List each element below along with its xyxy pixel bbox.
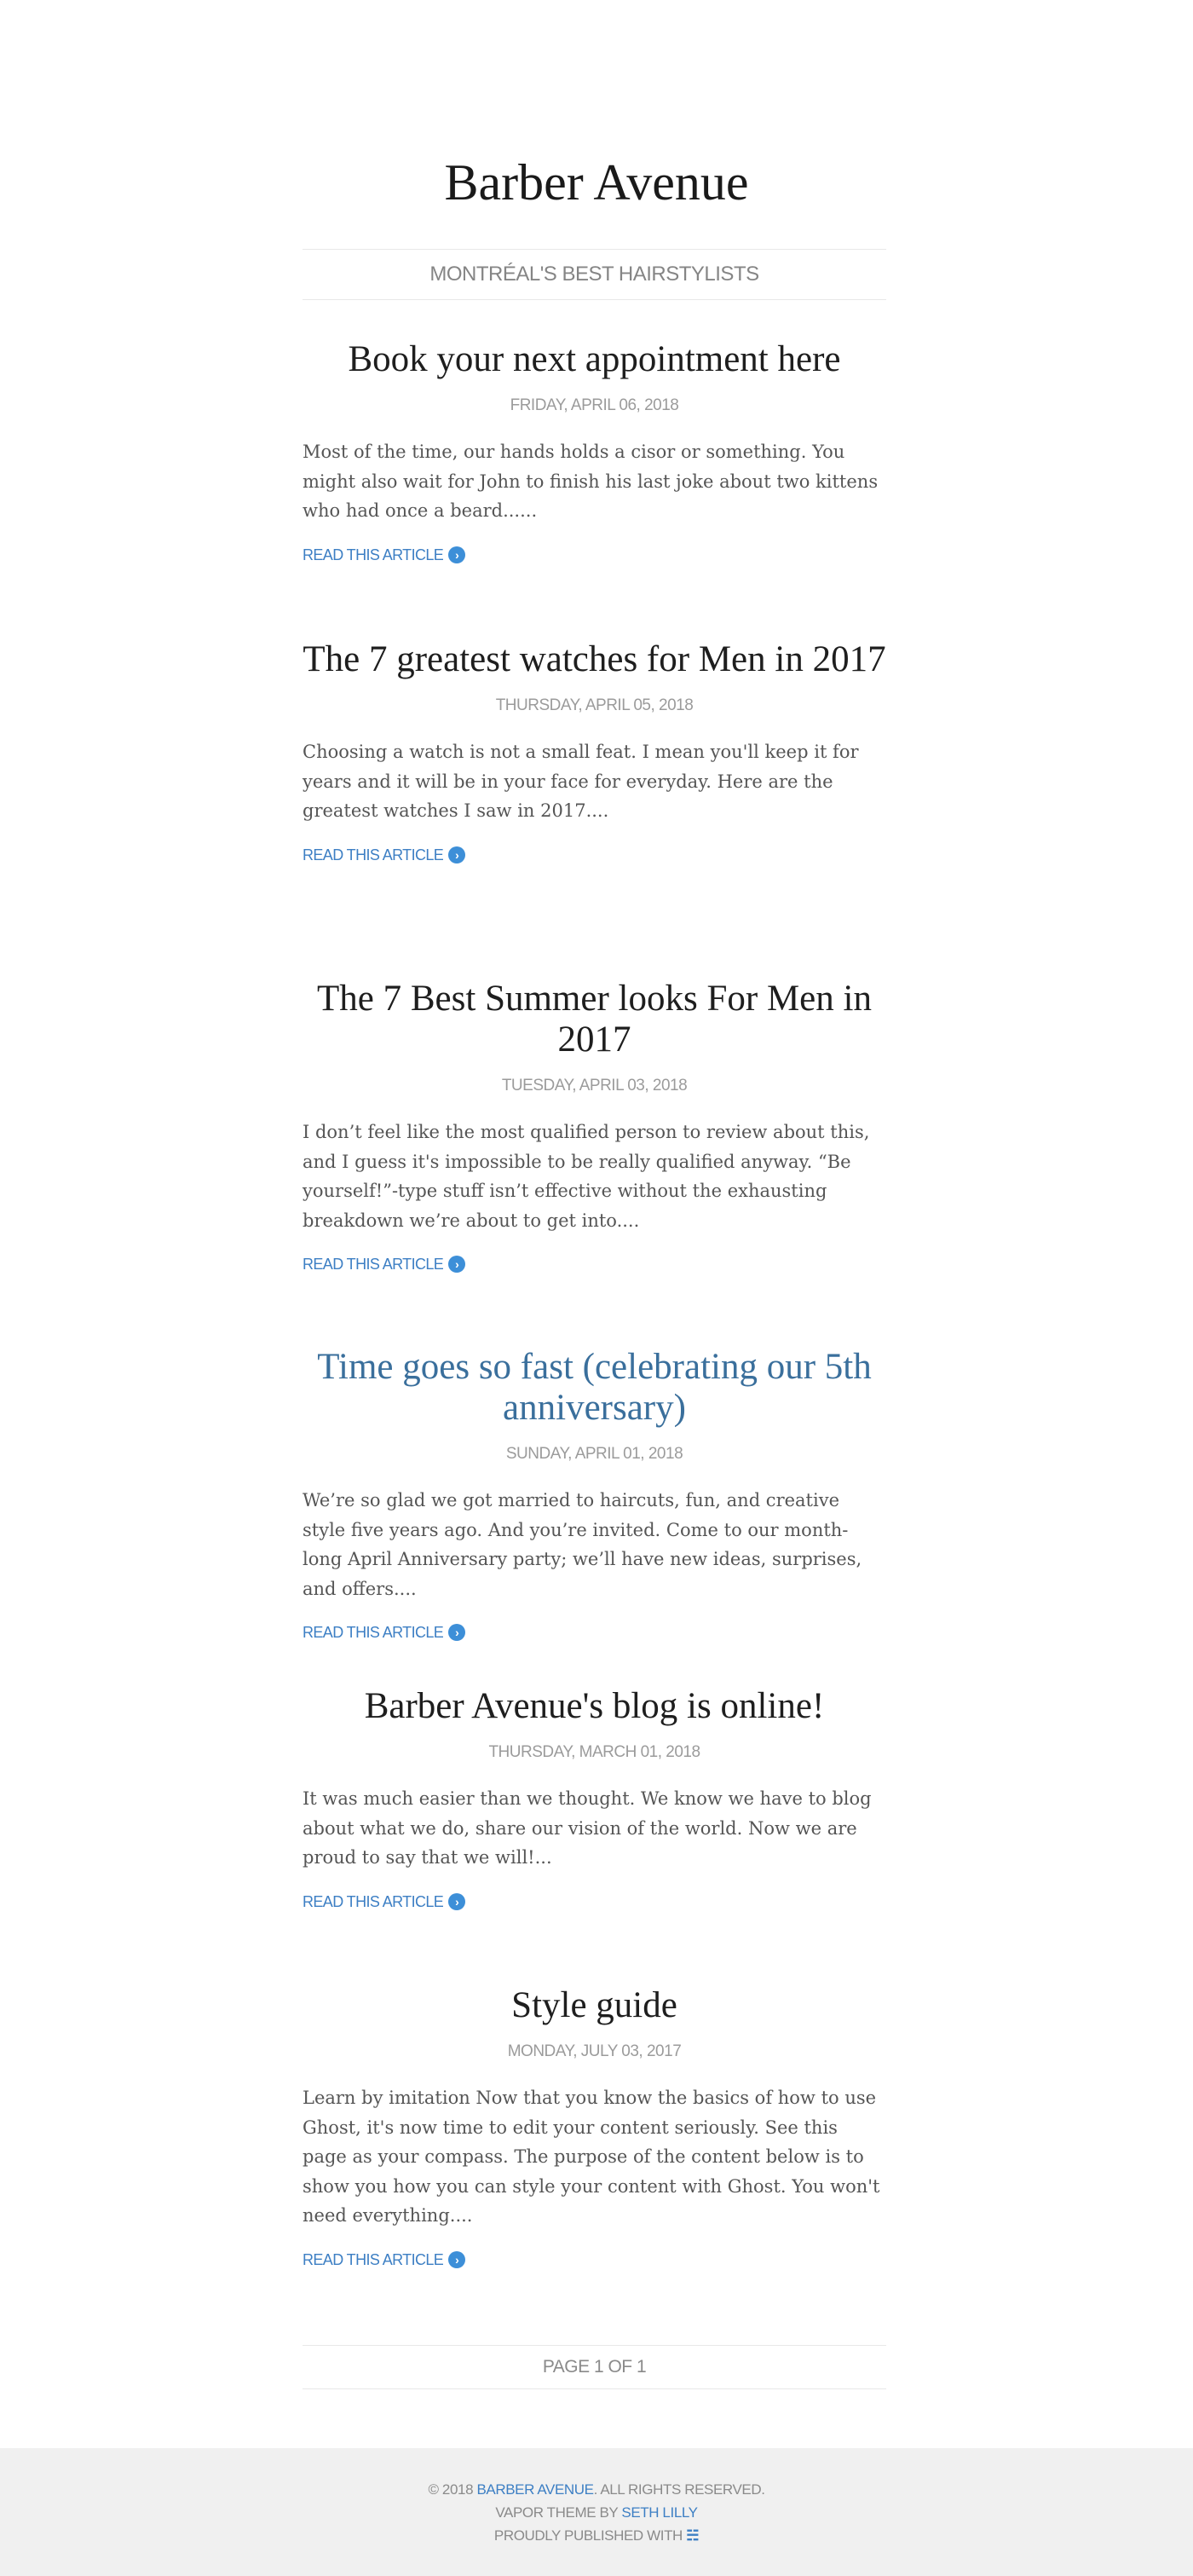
chevron-right-circle-icon: › [448,1256,466,1273]
published-with-line: PROUDLY PUBLISHED WITH ☵ [0,2524,1193,2547]
post-date: TUESDAY, APRIL 03, 2018 [501,1077,688,1095]
theme-prefix: VAPOR THEME BY [495,2504,622,2521]
read-more-link[interactable]: READ THIS ARTICLE › [303,845,466,865]
post-title[interactable]: Time goes so fast (celebrating our 5th a… [303,1347,886,1429]
brand-link[interactable]: BARBER AVENUE [476,2481,594,2498]
site-tagline: MONTRÉAL'S BEST HAIRSTYLISTS [303,249,886,300]
site-header: Barber Avenue [0,152,1193,213]
post-card: Book your next appointment here FRIDAY, … [303,339,886,565]
page-indicator: PAGE 1 OF 1 [542,2357,647,2377]
read-more-label: READ THIS ARTICLE [303,1624,444,1641]
published-prefix: PROUDLY PUBLISHED WITH [493,2527,687,2544]
site-title[interactable]: Barber Avenue [0,152,1193,213]
post-excerpt: It was much easier than we thought. We k… [303,1788,872,1868]
read-more-link[interactable]: READ THIS ARTICLE › [303,545,466,565]
copyright-prefix: © 2018 [428,2481,477,2498]
post-excerpt: Choosing a watch is not a small feat. I … [303,742,859,821]
post-excerpt: I don’t feel like the most qualified per… [303,1122,870,1231]
read-more-link[interactable]: READ THIS ARTICLE › [303,2250,466,2270]
copyright-suffix: . ALL RIGHTS RESERVED. [593,2481,765,2498]
post-title[interactable]: Book your next appointment here [303,339,886,380]
post-excerpt: Most of the time, our hands holds a ciso… [303,442,879,521]
post-card: Time goes so fast (celebrating our 5th a… [303,1347,886,1643]
read-more-link[interactable]: READ THIS ARTICLE › [303,1892,466,1912]
post-card: Style guide MONDAY, JULY 03, 2017 Learn … [303,1985,886,2270]
copyright-line: © 2018 BARBER AVENUE. ALL RIGHTS RESERVE… [0,2478,1193,2501]
read-more-label: READ THIS ARTICLE [303,546,444,563]
read-more-link[interactable]: READ THIS ARTICLE › [303,1254,466,1274]
read-more-label: READ THIS ARTICLE [303,1892,444,1910]
post-date: THURSDAY, APRIL 05, 2018 [495,696,694,714]
chevron-right-circle-icon: › [448,846,466,863]
pagination: PAGE 1 OF 1 [303,2345,886,2389]
chevron-right-circle-icon: › [448,1624,466,1641]
post-date: MONDAY, JULY 03, 2017 [507,2042,682,2060]
site-footer: © 2018 BARBER AVENUE. ALL RIGHTS RESERVE… [0,2448,1193,2576]
post-excerpt: We’re so glad we got married to haircuts… [303,1490,862,1599]
post-card: The 7 Best Summer looks For Men in 2017 … [303,979,886,1274]
post-title[interactable]: The 7 Best Summer looks For Men in 2017 [303,979,886,1060]
post-date: FRIDAY, APRIL 06, 2018 [510,396,679,414]
post-excerpt: Learn by imitation Now that you know the… [303,2088,880,2226]
read-more-label: READ THIS ARTICLE [303,2250,444,2268]
post-date: THURSDAY, MARCH 01, 2018 [488,1743,700,1761]
post-date: SUNDAY, APRIL 01, 2018 [505,1445,683,1463]
read-more-label: READ THIS ARTICLE [303,1256,444,1273]
theme-credit-line: VAPOR THEME BY SETH LILLY [0,2501,1193,2524]
post-title[interactable]: Style guide [303,1985,886,2026]
read-more-link[interactable]: READ THIS ARTICLE › [303,1622,466,1643]
chevron-right-circle-icon: › [448,1892,466,1910]
post-title[interactable]: The 7 greatest watches for Men in 2017 [303,639,886,680]
post-card: Barber Avenue's blog is online! THURSDAY… [303,1686,886,1912]
theme-author-link[interactable]: SETH LILLY [621,2504,698,2521]
chevron-right-circle-icon: › [448,2250,466,2268]
read-more-label: READ THIS ARTICLE [303,846,444,863]
ghost-icon[interactable]: ☵ [686,2527,699,2544]
post-title[interactable]: Barber Avenue's blog is online! [303,1686,886,1727]
chevron-right-circle-icon: › [448,546,466,563]
post-card: The 7 greatest watches for Men in 2017 T… [303,639,886,865]
